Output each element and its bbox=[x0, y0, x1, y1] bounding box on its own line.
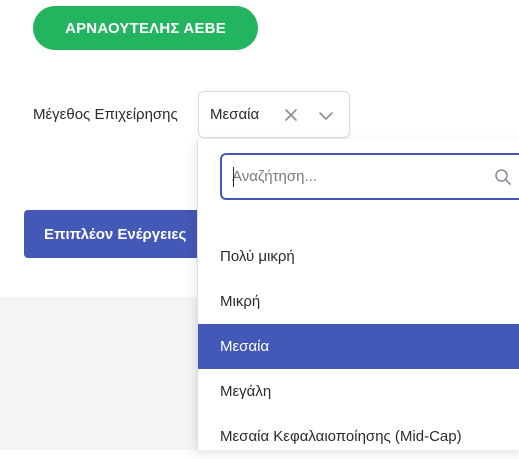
company-size-select[interactable]: Μεσαία bbox=[198, 91, 350, 138]
company-size-dropdown: Πολύ μικρήΜικρήΜεσαίαΜεγάληΜεσαία Κεφαλα… bbox=[197, 139, 519, 450]
dropdown-options: Πολύ μικρή Μικρή Μεσαία Μεγάλη Μεσαία Κεφαλα… bbox=[198, 234, 519, 459]
company-name-badge[interactable]: ΑΡΝΑΟΥΤΕΛΗΣ ΑΕΒΕ bbox=[33, 6, 258, 50]
text-cursor bbox=[233, 167, 234, 187]
dropdown-option[interactable]: Μεγάλη bbox=[198, 369, 519, 414]
search-input[interactable] bbox=[232, 163, 472, 190]
dropdown-option[interactable]: Μεσαία Κεφαλαιοποίησης (Mid-Cap) bbox=[198, 414, 519, 459]
dropdown-option[interactable]: Πολύ μικρή bbox=[198, 234, 519, 279]
search-icon bbox=[495, 169, 511, 185]
more-actions-button[interactable]: Επιπλέον Ενέργειες bbox=[24, 210, 214, 258]
dropdown-option[interactable]: Μικρή bbox=[198, 279, 519, 324]
dropdown-option[interactable]: Μεσαία bbox=[198, 324, 519, 369]
chevron-down-icon[interactable] bbox=[317, 107, 335, 125]
company-size-selected-value: Μεσαία bbox=[210, 106, 260, 123]
company-size-label: Μέγεθος Επιχείρησης bbox=[33, 106, 178, 123]
close-icon[interactable] bbox=[282, 106, 300, 124]
dropdown-search[interactable] bbox=[220, 153, 519, 200]
